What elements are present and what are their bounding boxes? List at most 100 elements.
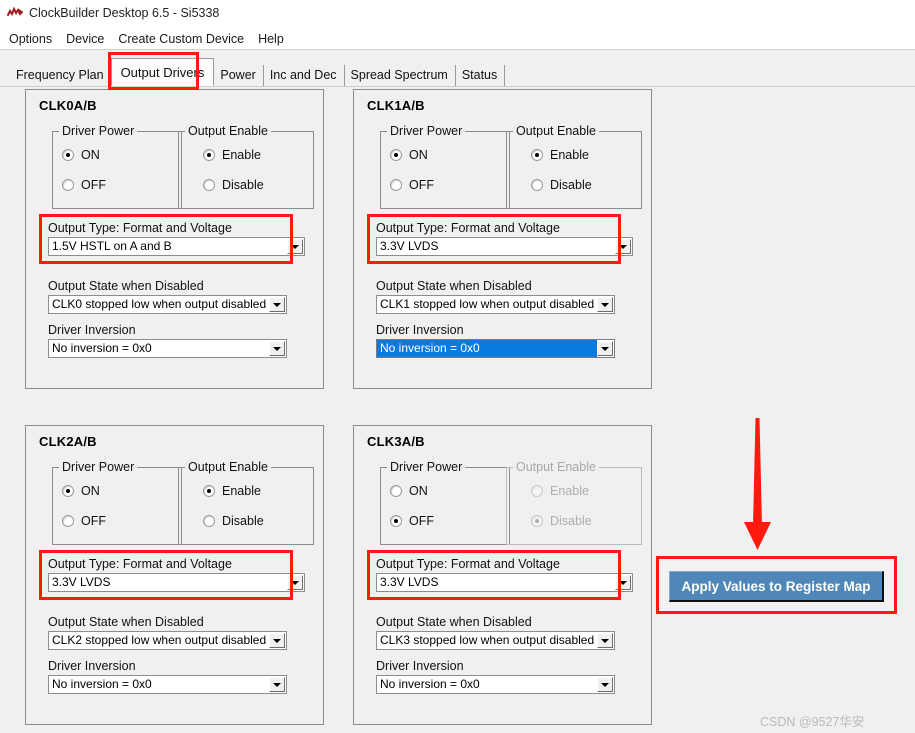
- radio-indicator-disable: [203, 179, 215, 191]
- group-label-driver-power: Driver Power: [387, 124, 466, 138]
- radio-label-disable: Disable: [222, 514, 264, 528]
- radio-driver-power-off-clk2[interactable]: OFF: [62, 514, 106, 528]
- label-output-state-clk2: Output State when Disabled: [48, 615, 204, 629]
- radio-indicator-enable: [531, 149, 543, 161]
- radio-output-enable-disable-clk1[interactable]: Disable: [531, 178, 592, 192]
- radio-output-enable-disable-clk3: Disable: [531, 514, 592, 528]
- panel-title-clk2: CLK2A/B: [39, 434, 97, 449]
- combo-output-state-clk0[interactable]: CLK0 stopped low when output disabled = …: [48, 295, 287, 314]
- combo-driver-inversion-clk2[interactable]: No inversion = 0x0: [48, 675, 287, 694]
- group-output-enable-clk2: Output Enable Enable Disable: [178, 460, 314, 545]
- chevron-down-icon[interactable]: [269, 677, 285, 692]
- menu-item-options[interactable]: Options: [2, 31, 59, 47]
- chevron-down-icon[interactable]: [287, 239, 303, 254]
- tab-output-drivers[interactable]: Output Drivers: [110, 58, 215, 86]
- radio-label-enable: Enable: [550, 148, 589, 162]
- combo-driver-inversion-clk1[interactable]: No inversion = 0x0: [376, 339, 615, 358]
- radio-driver-power-on-clk0[interactable]: ON: [62, 148, 100, 162]
- label-driver-inversion-clk0: Driver Inversion: [48, 323, 136, 337]
- radio-label-enable: Enable: [550, 484, 589, 498]
- radio-label-disable: Disable: [550, 178, 592, 192]
- group-driver-power-clk1: Driver Power ON OFF: [380, 124, 510, 209]
- group-output-enable-clk0: Output Enable Enable Disable: [178, 124, 314, 209]
- chevron-down-icon[interactable]: [615, 575, 631, 590]
- radio-output-enable-disable-clk0[interactable]: Disable: [203, 178, 264, 192]
- menu-item-help[interactable]: Help: [251, 31, 291, 47]
- tab-inc-and-dec[interactable]: Inc and Dec: [263, 65, 345, 86]
- tab-spread-spectrum[interactable]: Spread Spectrum: [344, 65, 456, 86]
- combo-output-type-clk0[interactable]: 1.5V HSTL on A and B: [48, 237, 305, 256]
- combo-output-type-clk2[interactable]: 3.3V LVDS: [48, 573, 305, 592]
- panel-clk0: CLK0A/B Driver Power ON OFF Output Enabl…: [25, 89, 324, 389]
- group-driver-power-clk2: Driver Power ON OFF: [52, 460, 182, 545]
- apply-values-to-register-map-button[interactable]: Apply Values to Register Map: [669, 571, 884, 602]
- radio-label-disable: Disable: [550, 514, 592, 528]
- radio-label-on: ON: [409, 484, 428, 498]
- radio-indicator-on: [390, 149, 402, 161]
- chevron-down-icon[interactable]: [597, 677, 613, 692]
- tab-status[interactable]: Status: [455, 65, 506, 86]
- watermark: CSDN @9527华安: [760, 715, 865, 729]
- chevron-down-icon[interactable]: [269, 633, 285, 648]
- group-label-output-enable: Output Enable: [185, 124, 271, 138]
- group-label-driver-power: Driver Power: [59, 124, 138, 138]
- combo-output-state-clk3[interactable]: CLK3 stopped low when output disabled = …: [376, 631, 615, 650]
- chevron-down-icon[interactable]: [597, 297, 613, 312]
- menu-item-create-custom-device[interactable]: Create Custom Device: [111, 31, 251, 47]
- radio-indicator-enable: [203, 149, 215, 161]
- radio-output-enable-enable-clk2[interactable]: Enable: [203, 484, 261, 498]
- radio-driver-power-off-clk3[interactable]: OFF: [390, 514, 434, 528]
- radio-output-enable-disable-clk2[interactable]: Disable: [203, 514, 264, 528]
- combo-value-output-state-clk0: CLK0 stopped low when output disabled = …: [52, 297, 269, 311]
- chevron-down-icon[interactable]: [615, 239, 631, 254]
- label-output-type-clk2: Output Type: Format and Voltage: [48, 557, 232, 571]
- radio-label-disable: Disable: [222, 178, 264, 192]
- chevron-down-icon[interactable]: [287, 575, 303, 590]
- radio-output-enable-enable-clk0[interactable]: Enable: [203, 148, 261, 162]
- window-titlebar: ClockBuilder Desktop 6.5 - Si5338: [0, 0, 915, 25]
- radio-indicator-enable: [203, 485, 215, 497]
- window-title: ClockBuilder Desktop 6.5 - Si5338: [29, 5, 220, 20]
- radio-driver-power-on-clk2[interactable]: ON: [62, 484, 100, 498]
- radio-output-enable-enable-clk3: Enable: [531, 484, 589, 498]
- group-driver-power-clk3: Driver Power ON OFF: [380, 460, 510, 545]
- combo-driver-inversion-clk0[interactable]: No inversion = 0x0: [48, 339, 287, 358]
- radio-indicator-off: [390, 179, 402, 191]
- menu-item-device[interactable]: Device: [59, 31, 111, 47]
- combo-output-type-clk1[interactable]: 3.3V LVDS: [376, 237, 633, 256]
- combo-value-driver-inversion-clk2: No inversion = 0x0: [52, 677, 152, 691]
- combo-value-output-type-clk1: 3.3V LVDS: [380, 239, 439, 253]
- chevron-down-icon[interactable]: [597, 341, 613, 356]
- tab-power[interactable]: Power: [213, 65, 264, 86]
- tab-frequency-plan[interactable]: Frequency Plan: [9, 65, 112, 86]
- panel-clk3: CLK3A/B Driver Power ON OFF Output Enabl…: [353, 425, 652, 725]
- radio-driver-power-on-clk1[interactable]: ON: [390, 148, 428, 162]
- combo-output-state-clk2[interactable]: CLK2 stopped low when output disabled = …: [48, 631, 287, 650]
- radio-indicator-off: [62, 515, 74, 527]
- panel-clk1: CLK1A/B Driver Power ON OFF Output Enabl…: [353, 89, 652, 389]
- chevron-down-icon[interactable]: [269, 297, 285, 312]
- radio-driver-power-off-clk0[interactable]: OFF: [62, 178, 106, 192]
- label-driver-inversion-clk1: Driver Inversion: [376, 323, 464, 337]
- radio-indicator-disable: [203, 515, 215, 527]
- combo-value-output-state-clk2: CLK2 stopped low when output disabled = …: [52, 633, 269, 647]
- chevron-down-icon[interactable]: [597, 633, 613, 648]
- radio-driver-power-off-clk1[interactable]: OFF: [390, 178, 434, 192]
- radio-label-off: OFF: [81, 178, 106, 192]
- chevron-down-icon[interactable]: [269, 341, 285, 356]
- radio-driver-power-on-clk3[interactable]: ON: [390, 484, 428, 498]
- radio-indicator-disable: [531, 515, 543, 527]
- group-label-output-enable: Output Enable: [513, 124, 599, 138]
- radio-label-off: OFF: [81, 514, 106, 528]
- combo-value-driver-inversion-clk3: No inversion = 0x0: [380, 677, 480, 691]
- label-output-type-clk1: Output Type: Format and Voltage: [376, 221, 560, 235]
- radio-label-on: ON: [81, 148, 100, 162]
- combo-driver-inversion-clk3[interactable]: No inversion = 0x0: [376, 675, 615, 694]
- combo-output-state-clk1[interactable]: CLK1 stopped low when output disabled = …: [376, 295, 615, 314]
- group-label-output-enable: Output Enable: [185, 460, 271, 474]
- waveform-icon: [7, 6, 23, 20]
- combo-value-output-type-clk0: 1.5V HSTL on A and B: [52, 239, 172, 253]
- radio-output-enable-enable-clk1[interactable]: Enable: [531, 148, 589, 162]
- menu-bar: Options Device Create Custom Device Help: [0, 28, 915, 49]
- combo-output-type-clk3[interactable]: 3.3V LVDS: [376, 573, 633, 592]
